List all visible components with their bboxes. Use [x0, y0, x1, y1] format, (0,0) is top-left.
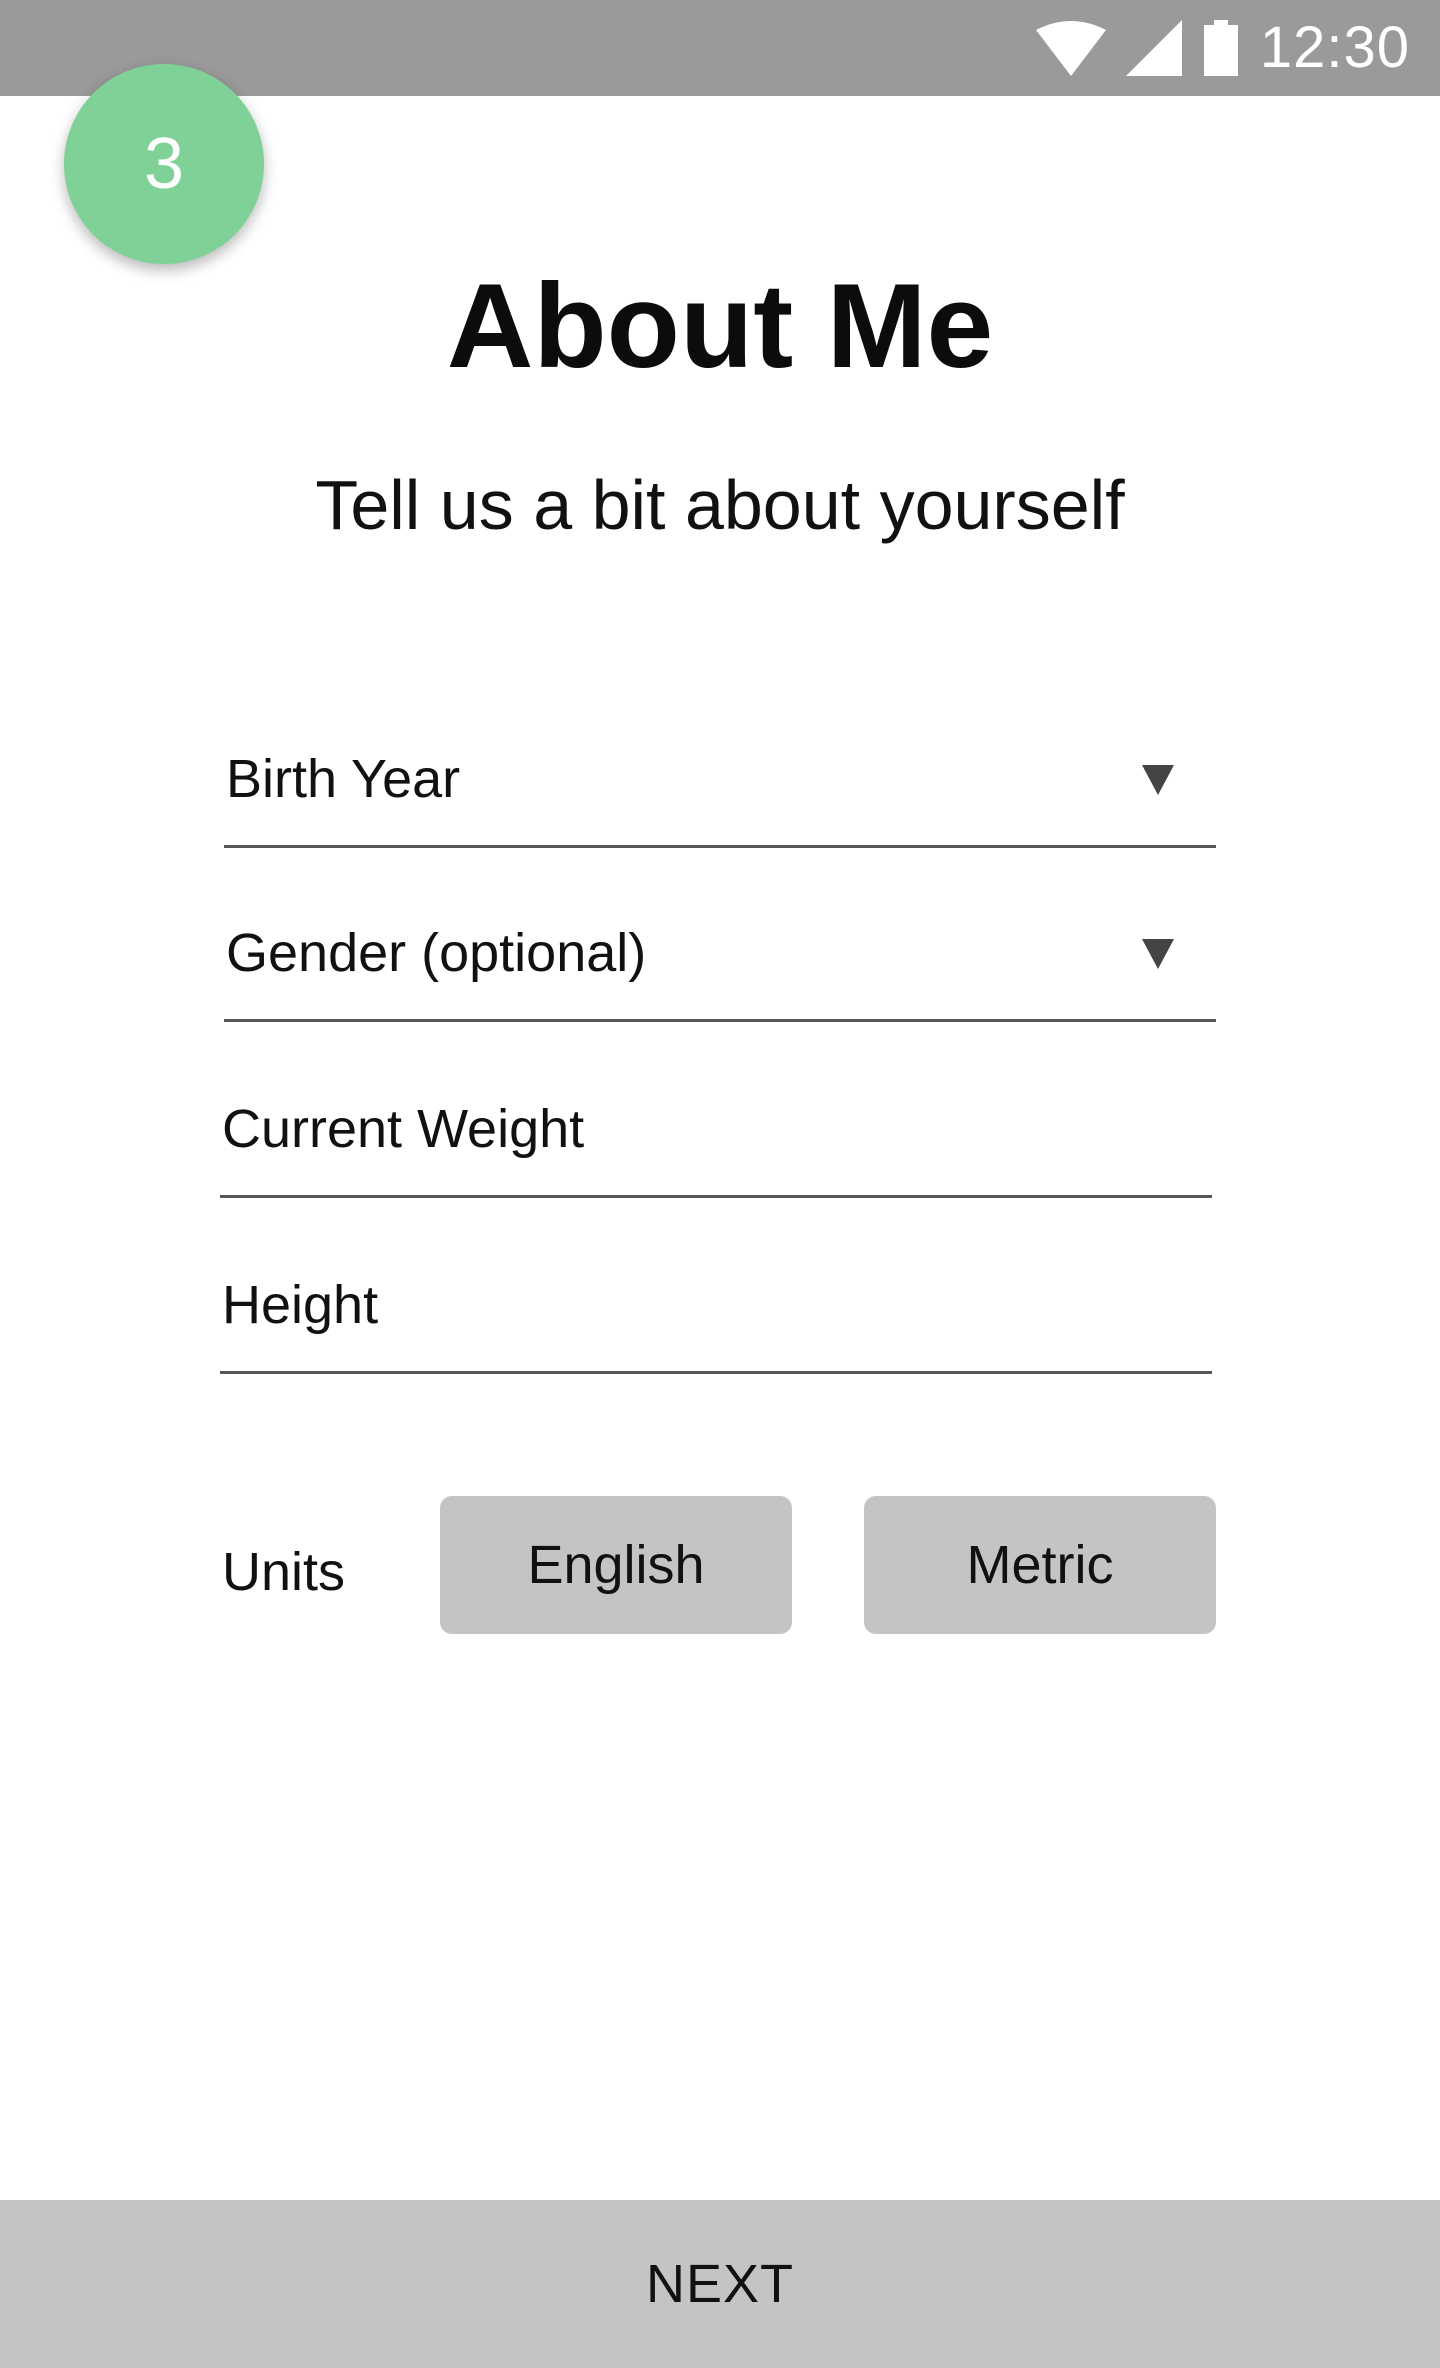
english-units-button[interactable]: English: [440, 1496, 792, 1634]
step-number: 3: [143, 124, 185, 204]
wifi-icon: [1035, 20, 1106, 76]
units-label: Units: [222, 1542, 346, 1602]
next-button[interactable]: NEXT: [0, 2200, 1440, 2368]
cellular-signal-icon: [1125, 20, 1182, 76]
page-subtitle: Tell us a bit about yourself: [315, 466, 1125, 544]
status-icons: 12:30: [1035, 0, 1410, 96]
gender-label: Gender (optional): [226, 923, 647, 983]
dropdown-arrow-icon: [1142, 765, 1174, 795]
current-weight-placeholder: Current Weight: [222, 1099, 585, 1159]
current-weight-input[interactable]: Current Weight: [220, 1078, 1212, 1198]
height-input[interactable]: Height: [220, 1254, 1212, 1374]
metric-units-button[interactable]: Metric: [864, 1496, 1216, 1634]
birth-year-dropdown[interactable]: Birth Year: [224, 728, 1216, 848]
status-time: 12:30: [1259, 15, 1410, 80]
height-placeholder: Height: [222, 1275, 379, 1335]
step-badge: 3: [64, 64, 264, 264]
birth-year-label: Birth Year: [226, 749, 461, 809]
page-title: About Me: [446, 259, 994, 393]
gender-dropdown[interactable]: Gender (optional): [224, 902, 1216, 1022]
battery-icon: [1202, 20, 1240, 76]
dropdown-arrow-icon: [1142, 939, 1174, 969]
